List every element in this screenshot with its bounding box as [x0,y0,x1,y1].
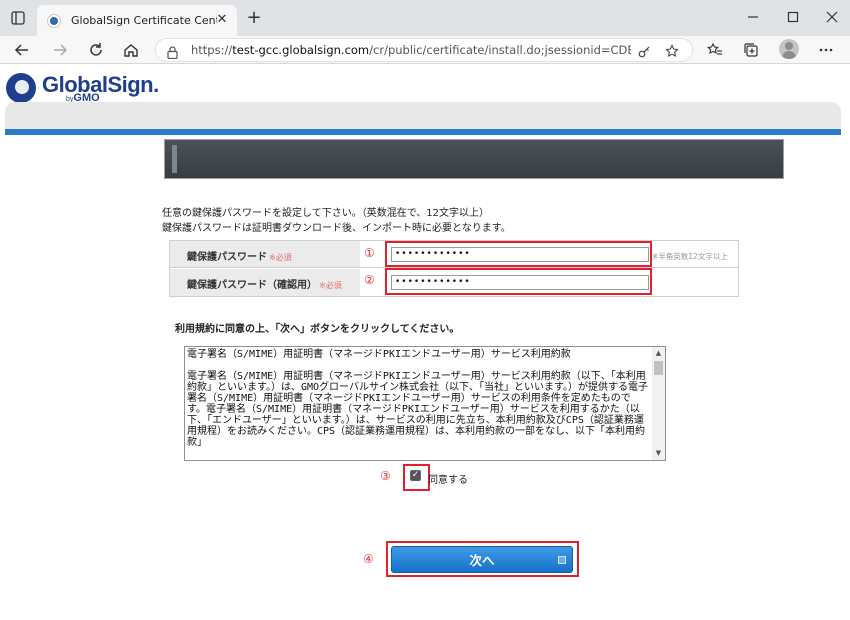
section-header-accent [172,145,177,173]
address-bar[interactable]: https://test-gcc.globalsign.com/cr/publi… [155,38,693,62]
password-label-text: 鍵保護パスワード [187,252,267,263]
next-arrow-icon [558,556,566,564]
browser-toolbar: https://test-gcc.globalsign.com/cr/publi… [0,36,850,64]
key-icon[interactable] [636,43,652,59]
terms-scrollbar[interactable]: ▲ ▼ [652,347,665,460]
browser-tab[interactable]: GlobalSign Certificate Center. ✕ [37,5,237,36]
highlight-password-confirm [385,268,652,295]
header-gray-bar [5,102,841,129]
refresh-icon[interactable] [86,40,106,60]
header-blue-bar [5,129,841,135]
instruction-line-2: 鍵保護パスワードは証明書ダウンロード後、インポート時に必要となります。 [162,223,511,234]
favorites-icon[interactable] [706,41,724,59]
password-hint: ※半角英数12文字以上 [652,252,728,261]
home-icon[interactable] [121,40,141,60]
terms-body: 電子署名（S/MIME）用証明書（マネージドPKIエンドユーザー用）サービス利用… [187,371,648,448]
close-tab-icon[interactable]: ✕ [215,13,229,27]
more-menu-icon[interactable] [817,41,835,59]
password-label: 鍵保護パスワード ※必須 [170,241,360,267]
password-confirm-label-text: 鍵保護パスワード（確認用） [187,280,317,291]
globalsign-logo-icon [6,73,36,103]
next-button-label: 次へ [469,553,495,568]
section-header-band [164,139,784,179]
globalsign-favicon-icon [47,13,61,28]
add-favorite-icon[interactable] [664,43,680,59]
annotation-4: ④ [363,552,374,566]
agree-checkbox[interactable]: ✓ [410,470,421,481]
scroll-down-arrow-icon[interactable]: ▼ [652,447,665,460]
terms-textarea[interactable]: 電子署名（S/MIME）用証明書（マネージドPKIエンドユーザー用）サービス利用… [184,346,666,461]
logo-name: GlobalSign. [42,72,159,97]
back-icon[interactable] [12,40,32,60]
scroll-thumb[interactable] [654,361,663,375]
tab-actions-icon[interactable] [8,8,28,28]
url-text[interactable]: https://test-gcc.globalsign.com/cr/publi… [191,43,631,57]
next-button[interactable]: 次へ [391,546,573,573]
browser-tab-bar: GlobalSign Certificate Center. ✕ + [0,0,850,36]
profile-avatar[interactable] [779,39,799,59]
collections-icon[interactable] [742,41,760,59]
globalsign-logo: GlobalSign. byGMO [6,72,159,104]
annotation-2: ② [364,273,375,287]
annotation-3: ③ [380,469,391,483]
annotation-1: ① [364,246,375,260]
terms-content: 電子署名（S/MIME）用証明書（マネージドPKIエンドユーザー用）サービス利用… [187,349,649,448]
url-path: /cr/public/certificate/install.do;jsessi… [369,43,631,57]
agree-label[interactable]: 同意する [428,471,468,486]
required-marker: ※必須 [319,281,342,290]
close-window-icon[interactable] [824,9,840,25]
scroll-up-arrow-icon[interactable]: ▲ [652,347,665,360]
terms-title: 電子署名（S/MIME）用証明書（マネージドPKIエンドユーザー用）サービス利用… [187,349,571,360]
lock-icon[interactable] [167,44,178,63]
new-tab-button[interactable]: + [244,8,264,28]
required-marker: ※必須 [269,253,292,262]
tab-title: GlobalSign Certificate Center. [71,14,217,27]
url-domain: test-gcc.globalsign.com [232,43,370,57]
terms-spacer [187,360,649,371]
maximize-icon[interactable] [785,9,801,25]
minimize-icon[interactable] [745,9,761,25]
highlight-password [385,241,652,267]
url-prefix: https:// [191,43,233,57]
forward-icon[interactable] [50,40,70,60]
agreement-instruction: 利用規約に同意の上、「次へ」ボタンをクリックしてください。 [175,324,460,335]
instruction-line-1: 任意の鍵保護パスワードを設定して下さい。（英数混在で、12文字以上） [162,208,490,219]
password-confirm-label: 鍵保護パスワード（確認用） ※必須 [170,269,360,296]
